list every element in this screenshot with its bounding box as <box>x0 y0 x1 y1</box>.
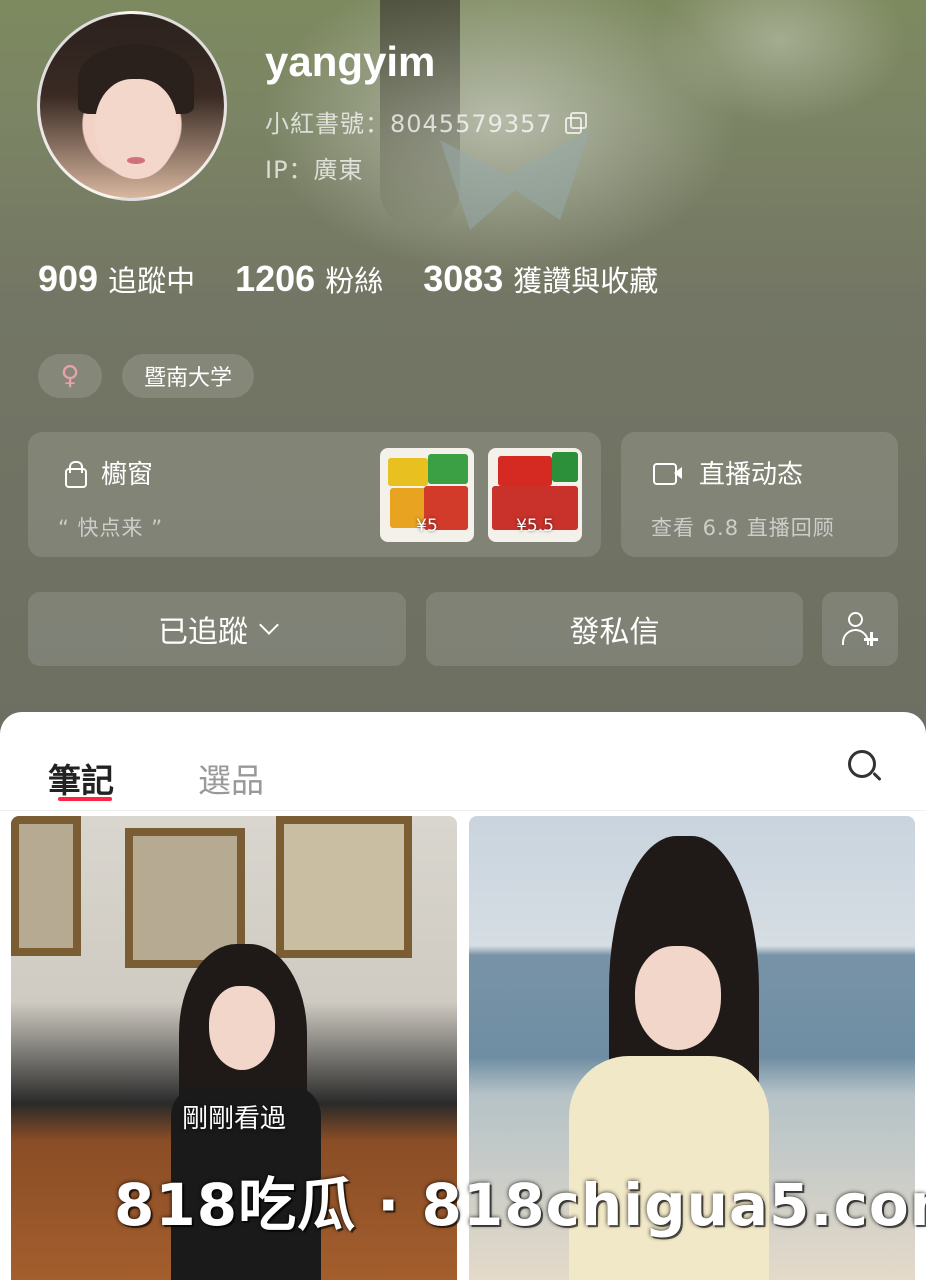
search-icon[interactable] <box>846 748 884 786</box>
camera-icon <box>653 462 683 485</box>
live-card-title: 直播动态 <box>653 454 803 491</box>
note-figure-face <box>209 986 275 1070</box>
live-card-subtitle: 查看 6.8 直播回顾 <box>651 516 835 540</box>
red-id: 小紅書號：8045579357 <box>265 104 587 139</box>
chevron-down-icon <box>259 615 279 635</box>
tabs-divider <box>0 810 926 811</box>
stat-followers-label: 粉絲 <box>325 264 384 298</box>
stat-likes-label: 獲讚與收藏 <box>513 264 659 298</box>
message-button[interactable]: 發私信 <box>426 592 803 666</box>
following-button[interactable]: 已追蹤 <box>28 592 406 666</box>
wall-picture-frame <box>276 816 412 958</box>
username: yangyim <box>265 38 436 85</box>
cover-bow-shape <box>440 130 590 230</box>
product-price: ¥5 <box>416 516 438 536</box>
product-package <box>428 454 468 484</box>
stat-followers-count: 1206 <box>235 258 316 299</box>
active-tab-indicator <box>58 797 112 801</box>
stat-following-count: 909 <box>38 258 99 299</box>
avatar-lips <box>127 157 145 164</box>
product-thumbnail[interactable]: ¥5.5 <box>488 448 582 542</box>
shop-window-title: 櫥窗 <box>63 454 153 491</box>
recently-viewed-label: 剛剛看過 <box>181 1104 286 1134</box>
school-tag[interactable]: 暨南大学 <box>122 354 254 398</box>
following-button-label: 已追蹤 <box>158 615 248 650</box>
live-card-title-text: 直播动态 <box>699 460 804 490</box>
shop-window-card[interactable]: 櫥窗 “ 快点来 ” ¥5 ¥5.5 <box>28 432 601 557</box>
product-price: ¥5.5 <box>516 516 554 536</box>
add-user-icon <box>841 610 879 648</box>
product-thumbnail[interactable]: ¥5 <box>380 448 474 542</box>
female-icon: ♀ <box>60 361 80 391</box>
live-card[interactable]: 直播动态 查看 6.8 直播回顾 <box>621 432 898 557</box>
avatar[interactable] <box>37 11 227 201</box>
add-friend-button[interactable] <box>822 592 898 666</box>
avatar-face <box>95 79 177 179</box>
shop-window-subtitle: “ 快点来 ” <box>58 516 164 540</box>
stat-followers[interactable]: 1206 粉絲 <box>235 258 383 300</box>
product-package <box>552 452 578 482</box>
watermark: 818吃瓜 · 818chigua5.com <box>114 1171 926 1239</box>
note-figure-face <box>635 946 721 1050</box>
tab-picks[interactable]: 選品 <box>198 754 264 802</box>
bag-icon <box>63 460 87 488</box>
product-package <box>498 456 552 486</box>
stat-likes-count: 3083 <box>423 258 504 299</box>
product-package <box>388 458 428 486</box>
tab-notes[interactable]: 筆記 <box>48 754 114 802</box>
stat-following[interactable]: 909 追蹤中 <box>38 258 195 300</box>
stats-row: 909 追蹤中 1206 粉絲 3083 獲讚與收藏 <box>38 258 698 300</box>
wall-picture-frame <box>11 816 81 956</box>
gender-tag: ♀ <box>38 354 102 398</box>
stat-following-label: 追蹤中 <box>108 264 196 298</box>
shop-window-title-text: 櫥窗 <box>101 460 154 490</box>
red-id-text: 小紅書號：8045579357 <box>265 110 553 138</box>
copy-icon[interactable] <box>564 111 587 134</box>
stat-likes[interactable]: 3083 獲讚與收藏 <box>423 258 658 300</box>
ip-location: IP：廣東 <box>265 156 364 184</box>
